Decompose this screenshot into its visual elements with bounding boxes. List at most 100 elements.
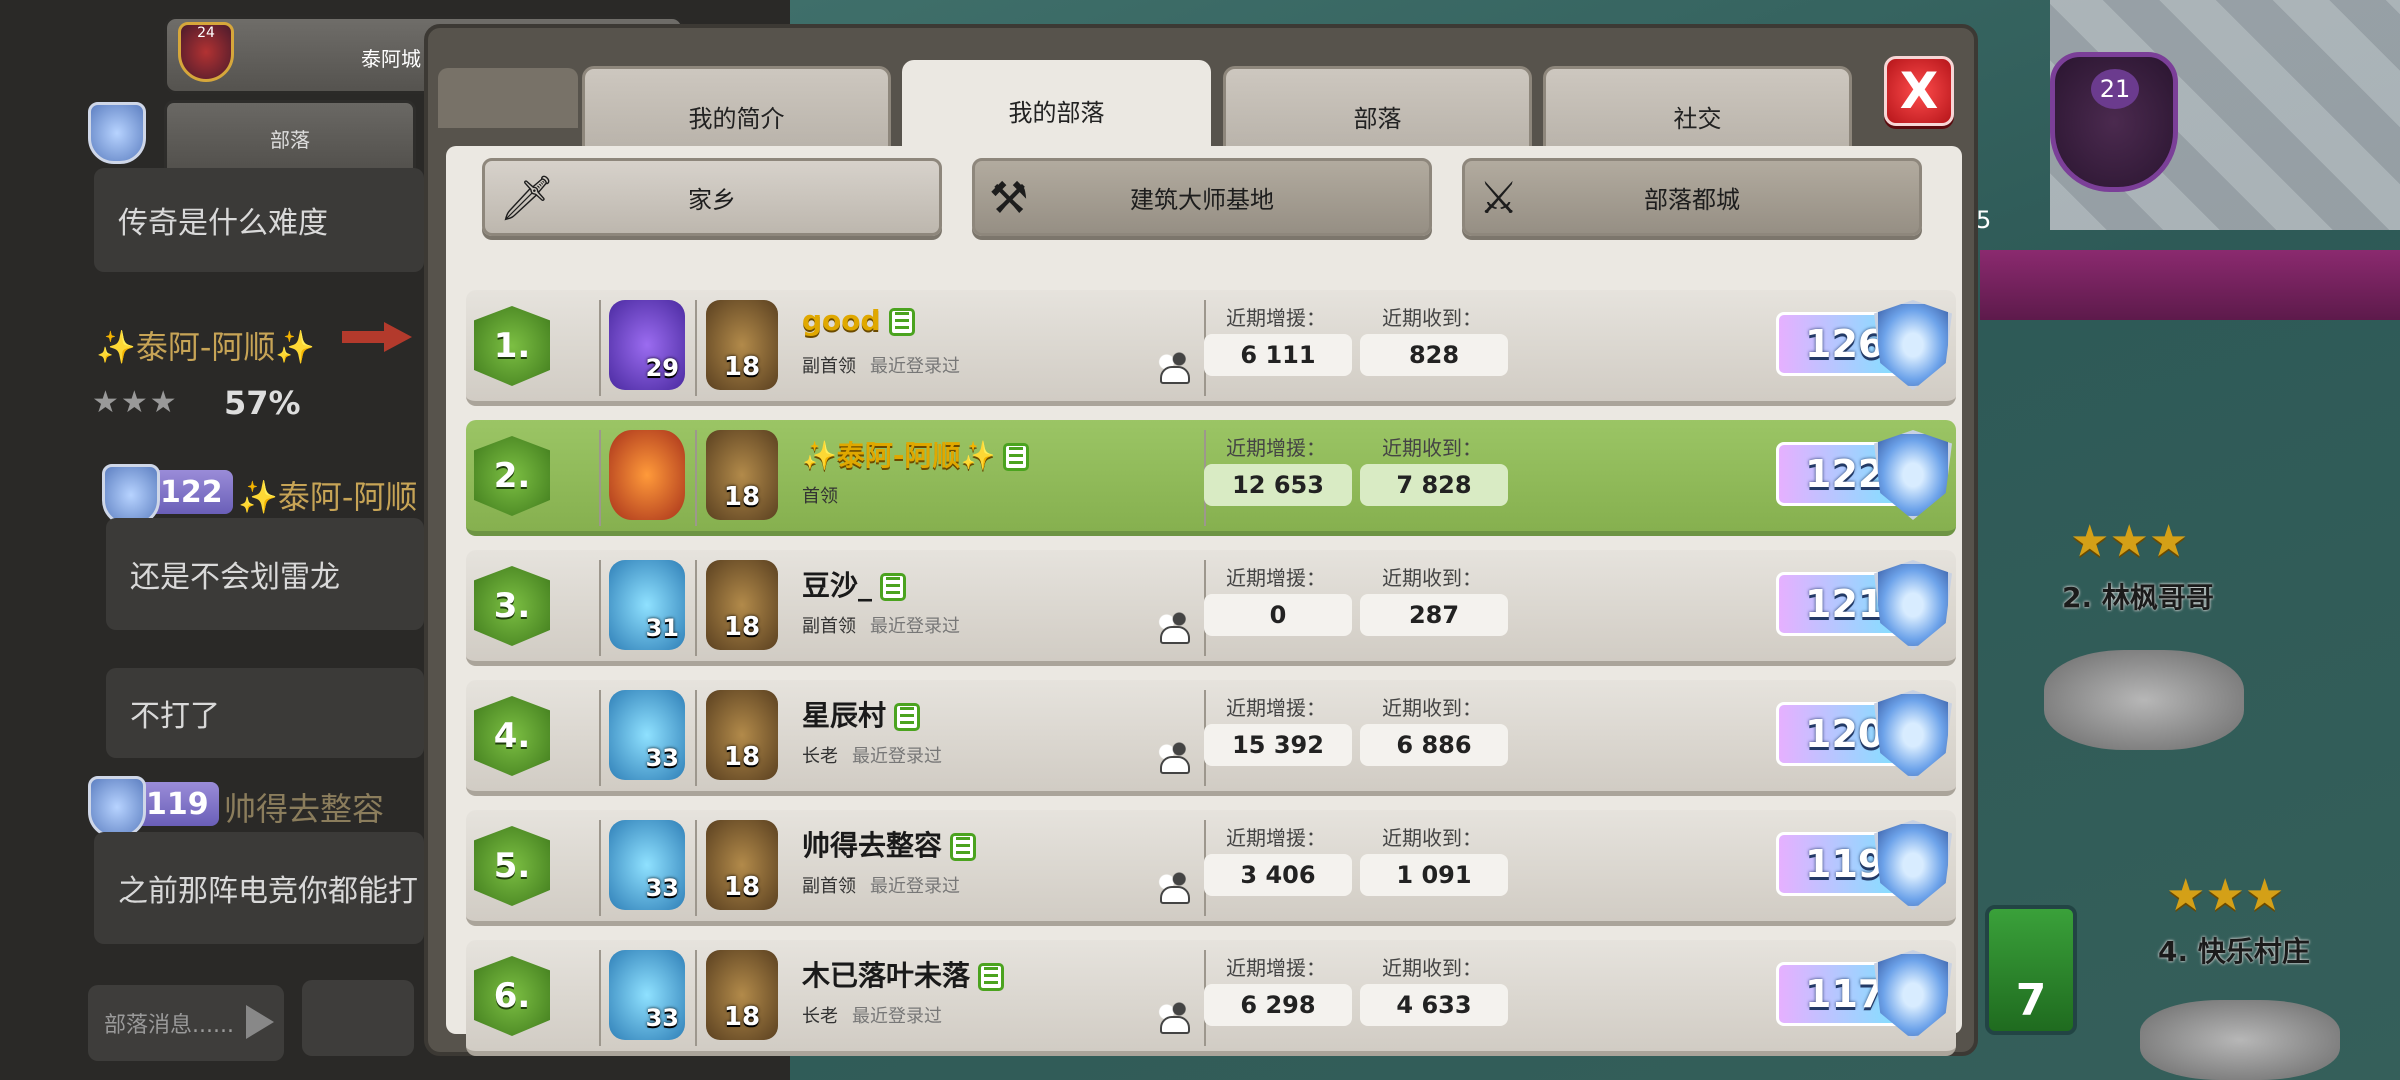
town-hall-level: 18 (723, 742, 761, 772)
received-value: 1 091 (1360, 854, 1508, 896)
member-row[interactable]: 4. 33 18 星辰村 长老 最近登录过 近期增援： 15 392 近期收到： … (466, 680, 1956, 796)
rank-badge: 4. (474, 696, 550, 776)
trophy-pill: 122 (102, 464, 233, 526)
member-name-line[interactable]: 木已落叶未落 (802, 954, 1005, 994)
divider (695, 430, 697, 526)
clan-chat-input[interactable]: 部落消息...... (88, 985, 284, 1061)
trophy-shield-icon (1874, 430, 1952, 520)
member-role-line: 首领 (802, 482, 852, 508)
member-name: 木已落叶未落 (802, 959, 971, 992)
member-role-line: 副首领 最近登录过 (802, 352, 960, 378)
trophy-shield-icon (1874, 820, 1952, 910)
chat-message: 传奇是什么难度 (94, 168, 424, 272)
friends-icon[interactable] (1154, 740, 1190, 774)
map-hedge (1980, 250, 2400, 320)
clan-level: 21 (2091, 69, 2139, 109)
trophy-count: 122 (160, 474, 223, 510)
member-row[interactable]: 5. 33 18 帅得去整容 副首领 最近登录过 近期增援： 3 406 近期收到… (466, 810, 1956, 926)
chat-message-text: 不打了 (130, 699, 220, 734)
donated-value: 15 392 (1204, 724, 1352, 766)
member-role: 副首领 (802, 616, 856, 637)
divider (599, 560, 601, 656)
trophy-count: 126 (1805, 322, 1885, 366)
divider (695, 950, 697, 1046)
member-row[interactable]: 1. 29 18 good 副首领 最近登录过 近期增援： 6 111 近期收到：… (466, 290, 1956, 406)
member-row[interactable]: 6. 33 18 木已落叶未落 长老 最近登录过 近期增援： 6 298 近期收到… (466, 940, 1956, 1056)
note-icon[interactable] (880, 573, 907, 601)
member-role: 长老 (802, 746, 838, 767)
xp-level: 31 (645, 614, 679, 642)
sub-tab-label: 建筑大师基地 (1130, 185, 1274, 214)
sword-icon: 🗡 (499, 173, 555, 224)
note-icon[interactable] (950, 833, 977, 861)
member-name-line[interactable]: ✨泰阿-阿顺✨ (802, 434, 1030, 474)
member-row[interactable]: 3. 31 18 豆沙_ 副首领 最近登录过 近期增援： 0 近期收到： 287 … (466, 550, 1956, 666)
send-icon[interactable] (246, 1005, 274, 1039)
friends-icon[interactable] (1154, 1000, 1190, 1034)
clan-badge-level: 24 (197, 25, 215, 41)
donated-label: 近期增援： (1226, 826, 1326, 850)
xp-level: 33 (645, 744, 679, 772)
received-label: 近期收到： (1382, 826, 1482, 850)
town-hall-level: 18 (723, 352, 761, 382)
member-name-line[interactable]: 星辰村 (802, 694, 921, 734)
divider (695, 820, 697, 916)
divider (695, 300, 697, 396)
note-icon[interactable] (978, 963, 1005, 991)
trophy-count: 119 (1805, 842, 1885, 886)
friends-icon[interactable] (1154, 610, 1190, 644)
base-rubble[interactable] (2044, 650, 2244, 750)
side-card-value: 7 (2015, 975, 2047, 1026)
member-name: ✨泰阿-阿顺✨ (802, 439, 996, 472)
note-icon[interactable] (1003, 443, 1030, 471)
chat-battle-button[interactable] (302, 980, 414, 1056)
donated-value: 0 (1204, 594, 1352, 636)
chat-sender-name: 帅得去整容 (224, 790, 385, 828)
chat-message-text: 之前那阵电竞你都能打 (118, 874, 418, 909)
map-base-label[interactable]: 4. 快乐村庄 (2158, 930, 2310, 970)
chat-message: 之前那阵电竞你都能打 (94, 832, 424, 944)
note-icon[interactable] (894, 703, 921, 731)
member-name-line[interactable]: 帅得去整容 (802, 824, 977, 864)
trophy-count: 120 (1805, 712, 1885, 756)
attack-player-name: ✨泰阿-阿顺✨ (96, 328, 316, 366)
divider (599, 430, 601, 526)
member-row[interactable]: 2. 18 ✨泰阿-阿顺✨ 首领 近期增援： 12 653 近期收到： 7 82… (466, 420, 1956, 536)
xp-level-icon: 29 (609, 300, 685, 390)
member-name-line[interactable]: 豆沙_ (802, 564, 907, 604)
close-button[interactable]: X (1884, 56, 1954, 126)
town-hall-icon: 18 (706, 690, 778, 780)
war-attack-card[interactable]: 7 (1985, 905, 2077, 1035)
sword-count: 5 (1976, 206, 1992, 234)
attack-percentage: 57% (224, 384, 301, 422)
town-hall-icon: 18 (706, 560, 778, 650)
town-hall-level: 18 (723, 872, 761, 902)
member-role: 副首领 (802, 876, 856, 897)
member-name: good (802, 304, 881, 337)
donated-label: 近期增援： (1226, 566, 1326, 590)
clan-badge-icon: 24 (178, 22, 234, 82)
last-online: 最近登录过 (870, 356, 960, 377)
friends-icon[interactable] (1154, 350, 1190, 384)
friends-icon[interactable] (1154, 870, 1190, 904)
builder-base-tab[interactable]: ⚒ 建筑大师基地 (972, 158, 1432, 236)
divider (599, 950, 601, 1046)
trophy-pill-partial (88, 102, 146, 164)
donated-label: 近期增援： (1226, 956, 1326, 980)
trophy-count: 122 (1805, 452, 1885, 496)
divider (695, 690, 697, 786)
home-village-tab[interactable]: 🗡 家乡 (482, 158, 942, 236)
rank-badge: 3. (474, 566, 550, 646)
crossed-swords-icon: ⚔ (1479, 173, 1519, 224)
member-name-line[interactable]: good (802, 304, 915, 337)
tab-placeholder (438, 68, 578, 128)
received-value: 6 886 (1360, 724, 1508, 766)
note-icon[interactable] (888, 308, 915, 336)
xp-level-icon: 33 (609, 690, 685, 780)
clan-capital-tab[interactable]: ⚔ 部落都城 (1462, 158, 1922, 236)
base-rubble[interactable] (2140, 1000, 2340, 1080)
clan-members-panel: 🗡 家乡 ⚒ 建筑大师基地 ⚔ 部落都城 1. 29 18 good 副首领 最近… (446, 146, 1962, 1056)
map-base-label[interactable]: 2. 林枫哥哥 (2062, 576, 2214, 616)
chat-message-text: 还是不会划雷龙 (130, 560, 340, 595)
divider (695, 560, 697, 656)
